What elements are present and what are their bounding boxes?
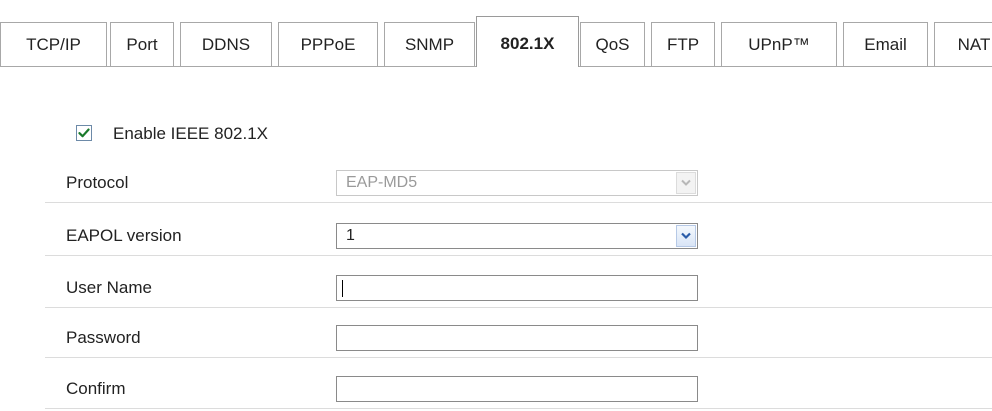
chevron-down-icon bbox=[681, 232, 691, 240]
enable-8021x-label: Enable IEEE 802.1X bbox=[113, 124, 269, 143]
tab-tcp-ip[interactable]: TCP/IP bbox=[0, 22, 107, 66]
protocol-value: EAP-MD5 bbox=[346, 174, 418, 191]
eapol-version-value: 1 bbox=[346, 227, 355, 244]
tab-email[interactable]: Email bbox=[843, 22, 928, 66]
enable-8021x-checkbox[interactable] bbox=[76, 125, 92, 141]
password-input[interactable] bbox=[336, 325, 698, 351]
confirm-label: Confirm bbox=[66, 379, 126, 398]
user-name-input[interactable] bbox=[336, 275, 698, 301]
tab-nat[interactable]: NAT bbox=[934, 22, 992, 66]
eapol-version-select[interactable]: 1 bbox=[336, 223, 698, 249]
tab-port[interactable]: Port bbox=[110, 22, 174, 66]
tab-upnp[interactable]: UPnP™ bbox=[721, 22, 837, 66]
protocol-row: Protocol EAP-MD5 bbox=[45, 163, 992, 203]
tab-snmp[interactable]: SNMP bbox=[384, 22, 475, 66]
checkmark-icon bbox=[78, 128, 90, 138]
protocol-dropdown-button[interactable] bbox=[676, 172, 696, 194]
user-name-label: User Name bbox=[66, 278, 152, 297]
tab-pppoe[interactable]: PPPoE bbox=[278, 22, 378, 66]
eapol-version-row: EAPOL version 1 bbox=[45, 216, 992, 256]
eapol-version-dropdown-button[interactable] bbox=[676, 225, 696, 247]
tab-802-1x[interactable]: 802.1X bbox=[476, 16, 579, 67]
tab-ddns[interactable]: DDNS bbox=[180, 22, 272, 66]
protocol-label: Protocol bbox=[66, 173, 129, 192]
user-name-row: User Name bbox=[45, 268, 992, 308]
tab-ftp[interactable]: FTP bbox=[651, 22, 715, 66]
text-cursor bbox=[342, 280, 343, 297]
confirm-password-input[interactable] bbox=[336, 376, 698, 402]
protocol-select[interactable]: EAP-MD5 bbox=[336, 170, 698, 196]
password-row: Password bbox=[45, 318, 992, 358]
password-label: Password bbox=[66, 328, 141, 347]
tab-qos[interactable]: QoS bbox=[580, 22, 645, 66]
tab-bar: TCP/IP Port DDNS PPPoE SNMP 802.1X QoS F… bbox=[0, 0, 992, 67]
eapol-version-label: EAPOL version bbox=[66, 226, 182, 245]
chevron-down-icon bbox=[681, 179, 691, 186]
confirm-row: Confirm bbox=[45, 369, 992, 409]
